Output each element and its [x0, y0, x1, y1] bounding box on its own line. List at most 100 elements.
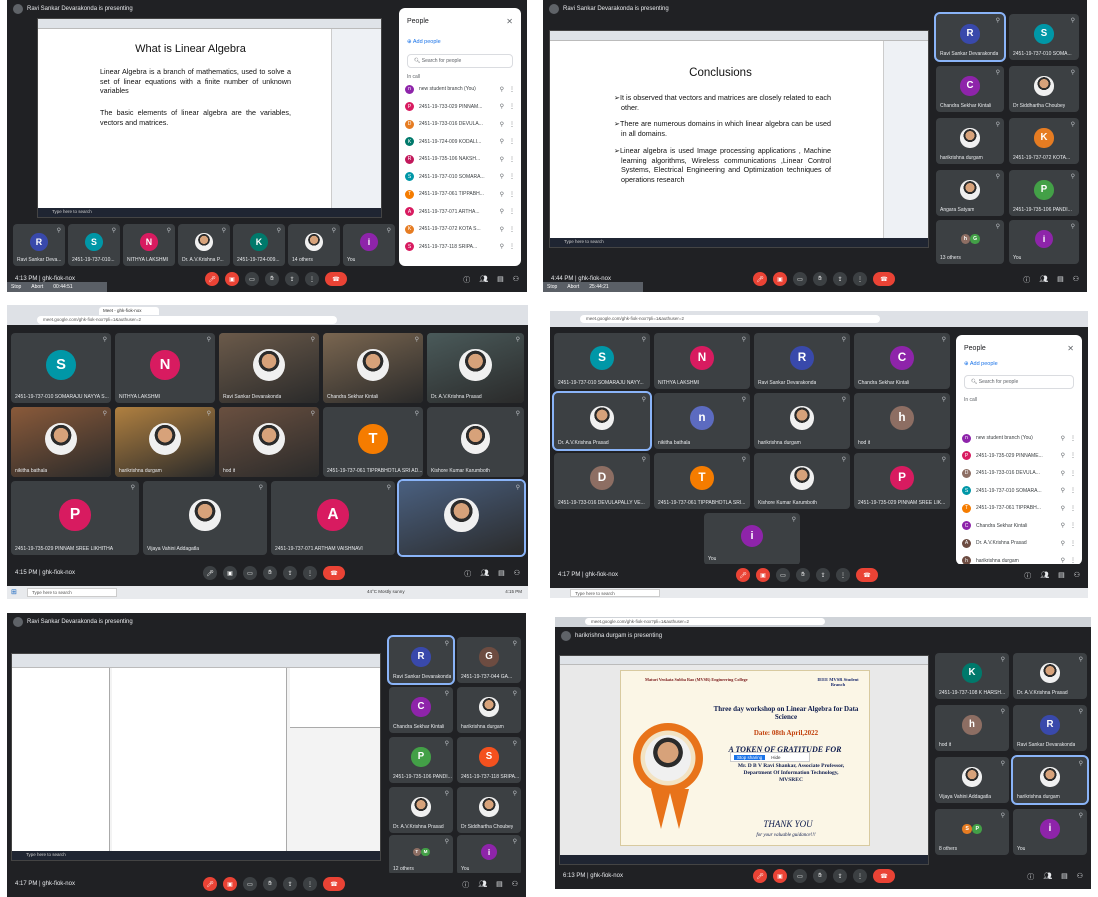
people-icon[interactable]: 👥︎: [479, 275, 488, 285]
abort-button[interactable]: Abort: [31, 284, 43, 290]
participant-tile[interactable]: ⚲ Dr. A.V.Krishna Prasad: [427, 333, 524, 403]
leave-call-button[interactable]: ☎︎: [323, 877, 345, 891]
search-people-input[interactable]: 🔍︎ Search for people: [407, 54, 513, 68]
participant-tile[interactable]: ⚲ Kishore Kumar Karumboth: [754, 453, 850, 509]
taskbar-search[interactable]: Type here to search: [26, 852, 66, 857]
people-icon[interactable]: 👥︎: [1039, 275, 1048, 285]
participant-tile[interactable]: C ⚲ Chandra Sekhar Kintali: [854, 333, 950, 389]
participant-tile[interactable]: i ⚲ You: [704, 513, 800, 565]
participant-tile[interactable]: S P ⚲ 8 others: [935, 809, 1009, 855]
participant-tile[interactable]: R ⚲ Ravi Sankar Deva...: [13, 224, 65, 266]
participant-tile[interactable]: A ⚲ 2451-19-737-071 ARTHAM VAISHNAVI: [271, 481, 395, 555]
participant-tile[interactable]: ⚲ Vijaya Vahini Addagatla: [143, 481, 267, 555]
activities-icon[interactable]: ⚇: [514, 569, 520, 579]
windows-start-icon[interactable]: ⊞: [11, 588, 17, 596]
close-icon[interactable]: ✕: [1067, 344, 1074, 353]
participant-tile[interactable]: C ⚲ Chandra Sekhar Kintali: [936, 66, 1004, 112]
leave-call-button[interactable]: ☎︎: [323, 566, 345, 580]
raise-hand-button[interactable]: ✋︎: [813, 869, 827, 883]
participant-tile[interactable]: ⚲ harikrishna durgam: [936, 118, 1004, 164]
leave-call-button[interactable]: ☎︎: [325, 272, 347, 286]
camera-button[interactable]: ▣: [223, 877, 237, 891]
more-options-icon[interactable]: ⋮: [305, 272, 319, 286]
raise-hand-button[interactable]: ✋︎: [813, 272, 827, 286]
participant-tile[interactable]: R ⚲ Ravi Sankar Devarakonda: [934, 12, 1006, 62]
close-icon[interactable]: ✕: [506, 17, 513, 26]
more-options-icon[interactable]: ⋮: [303, 877, 317, 891]
taskbar-search[interactable]: Type here to search: [570, 589, 660, 597]
address-bar[interactable]: meet.google.com/ghk-fiok-nox?pli=1&authu…: [37, 316, 337, 324]
weather-widget[interactable]: 44°C Mostly sunny: [367, 589, 405, 594]
participant-tile[interactable]: T M ⚲ 12 others: [389, 835, 453, 875]
chat-icon[interactable]: ▤: [1061, 872, 1068, 882]
stop-sharing-button[interactable]: Stop sharing: [734, 754, 766, 760]
participant-tile[interactable]: T ⚲ 2451-19-737-061 TIPPABHOTLA SRI...: [654, 453, 750, 509]
participant-tile[interactable]: ⚲ Kishore Kumar Karumboth: [427, 407, 524, 477]
people-icon[interactable]: 👥︎: [1043, 872, 1052, 882]
stop-button[interactable]: Stop: [11, 284, 21, 290]
leave-call-button[interactable]: ☎︎: [873, 272, 895, 286]
camera-button[interactable]: ▣: [223, 566, 237, 580]
participant-tile[interactable]: ⚲ harikrishna durgam: [754, 393, 850, 449]
search-people-input[interactable]: 🔍︎ Search for people: [964, 375, 1074, 389]
more-options-icon[interactable]: ⋮: [509, 173, 515, 180]
chat-icon[interactable]: ▤: [497, 275, 504, 285]
captions-button[interactable]: ▭: [793, 272, 807, 286]
participant-tile[interactable]: P ⚲ 2451-19-735-029 PINNAM SREE LIK...: [854, 453, 950, 509]
mic-button[interactable]: 🎤︎: [205, 272, 219, 286]
captions-button[interactable]: ▭: [776, 568, 790, 582]
hide-button[interactable]: Hide: [771, 755, 780, 760]
people-list-item[interactable]: A 2451-19-737-071 ARTHA... ⚲ ⋮: [405, 205, 515, 219]
people-icon[interactable]: 👥︎: [480, 569, 489, 579]
chat-icon[interactable]: ▤: [1057, 275, 1064, 285]
participant-tile[interactable]: ⚲ Chandra Sekhar Kintali: [323, 333, 423, 403]
participant-tile[interactable]: S ⚲ 2451-19-737-010 SOMARAJU NAYY...: [554, 333, 650, 389]
activities-icon[interactable]: ⚇: [1073, 275, 1079, 285]
participant-tile[interactable]: S ⚲ 2451-19-737-010 SOMARAJU NAYYA S...: [11, 333, 111, 403]
participant-tile[interactable]: R ⚲ Ravi Sankar Devarakonda: [754, 333, 850, 389]
captions-button[interactable]: ▭: [793, 869, 807, 883]
raise-hand-button[interactable]: ✋︎: [796, 568, 810, 582]
participant-tile[interactable]: R ⚲ Ravi Sankar Devarakonda: [387, 635, 455, 685]
participant-tile[interactable]: ⚲ Dr Siddhartha Choubey: [457, 787, 521, 833]
participant-tile[interactable]: ⚲: [397, 479, 526, 557]
mic-button[interactable]: 🎤︎: [736, 568, 750, 582]
raise-hand-button[interactable]: ✋︎: [265, 272, 279, 286]
more-options-icon[interactable]: ⋮: [509, 86, 515, 93]
activities-icon[interactable]: ⚇: [512, 880, 518, 890]
people-list-item[interactable]: P 2451-19-733-029 PINNAM... ⚲ ⋮: [405, 100, 515, 114]
participant-tile[interactable]: S ⚲ 2451-19-737-010...: [68, 224, 120, 266]
participant-tile[interactable]: ⚲ Dr. A.V.Krishna P...: [178, 224, 230, 266]
people-list-item[interactable]: n new student branch (You) ⚲ ⋮: [405, 82, 515, 96]
people-list-item[interactable]: S 2451-19-737-010 SOMARA... ⚲ ⋮: [962, 484, 1076, 498]
participant-tile[interactable]: ⚲ Dr. A.V.Krishna Prasad: [1013, 653, 1087, 699]
participant-tile[interactable]: ⚲ Ravi Sankar Devarakonda: [219, 333, 319, 403]
more-options-icon[interactable]: ⋮: [1070, 452, 1076, 459]
people-list-item[interactable]: S 2451-19-737-010 SOMARA... ⚲ ⋮: [405, 170, 515, 184]
more-options-icon[interactable]: ⋮: [1070, 435, 1076, 442]
leave-call-button[interactable]: ☎︎: [873, 869, 895, 883]
participant-tile[interactable]: T ⚲ 2451-19-737-061 TIPPABHOTLA SRI AD...: [323, 407, 423, 477]
participant-tile[interactable]: G ⚲ 2451-19-737-044 GA...: [457, 637, 521, 683]
more-options-icon[interactable]: ⋮: [1070, 522, 1076, 529]
activities-icon[interactable]: ⚇: [1074, 571, 1080, 581]
chat-icon[interactable]: ▤: [496, 880, 503, 890]
participant-tile[interactable]: N ⚲ NITHYA LAKSHMI: [115, 333, 215, 403]
people-list-item[interactable]: K 2451-19-724-009 KODALI... ⚲ ⋮: [405, 135, 515, 149]
leave-call-button[interactable]: ☎︎: [856, 568, 878, 582]
info-icon[interactable]: ⓘ: [1024, 571, 1031, 581]
activities-icon[interactable]: ⚇: [513, 275, 519, 285]
more-options-icon[interactable]: ⋮: [1070, 557, 1076, 564]
browser-tab[interactable]: Meet - ghk-fiok-nox: [99, 307, 159, 315]
more-options-icon[interactable]: ⋮: [509, 156, 515, 163]
more-options-icon[interactable]: ⋮: [509, 243, 515, 250]
participant-tile[interactable]: ⚲ nikitha bathala: [11, 407, 111, 477]
participant-tile[interactable]: ⚲ harikrishna durgam: [457, 687, 521, 733]
more-options-icon[interactable]: ⋮: [836, 568, 850, 582]
more-options-icon[interactable]: ⋮: [1070, 540, 1076, 547]
present-button[interactable]: ⇪: [816, 568, 830, 582]
info-icon[interactable]: ⓘ: [1027, 872, 1034, 882]
participant-tile[interactable]: C ⚲ Chandra Sekhar Kintali: [389, 687, 453, 733]
chat-icon[interactable]: ▤: [1058, 571, 1065, 581]
raise-hand-button[interactable]: ✋︎: [263, 566, 277, 580]
